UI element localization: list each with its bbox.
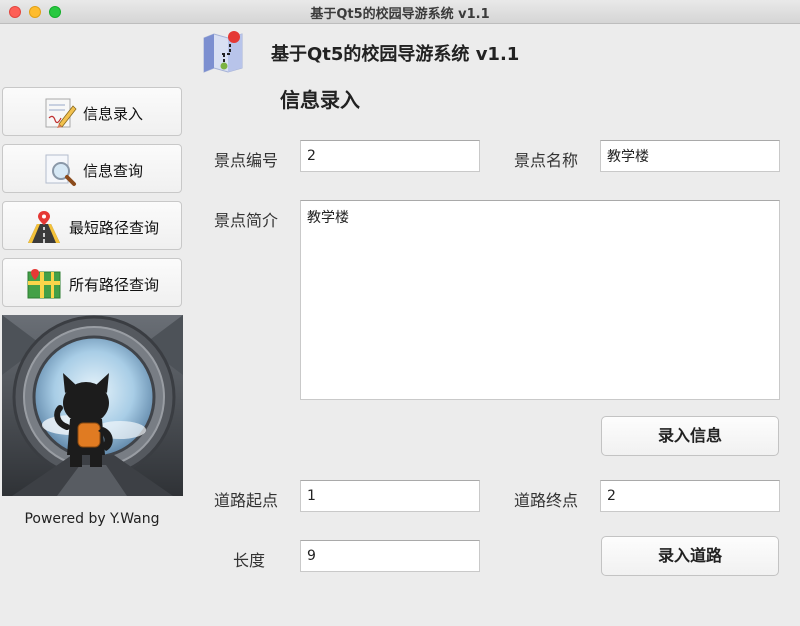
spot-name-input[interactable] <box>600 140 780 172</box>
author-illustration <box>2 315 183 496</box>
sidebar-item-label: 信息录入 <box>83 105 144 123</box>
road-end-input[interactable] <box>600 480 780 512</box>
length-input[interactable] <box>300 540 480 572</box>
length-label: 长度 <box>233 551 266 570</box>
road-start-input[interactable] <box>300 480 480 512</box>
pencil-paper-icon <box>45 98 77 128</box>
road-pin-icon <box>28 211 60 243</box>
spot-description-label: 景点简介 <box>214 211 279 230</box>
spot-id-label: 景点编号 <box>214 151 279 170</box>
magnifier-icon <box>45 154 76 186</box>
sidebar-item-label: 所有路径查询 <box>69 276 160 294</box>
window-title: 基于Qt5的校园导游系统 v1.1 <box>310 7 490 22</box>
spot-id-input[interactable] <box>300 140 480 172</box>
sidebar-item-label: 信息查询 <box>83 162 144 180</box>
submit-road-button[interactable]: 录入道路 <box>601 536 779 576</box>
sidebar-item-shortest-path[interactable]: 最短路径查询 <box>2 201 182 250</box>
road-start-label: 道路起点 <box>214 491 279 510</box>
map-pin-logo-icon <box>203 31 243 73</box>
sidebar-item-info-entry[interactable]: 信息录入 <box>2 87 182 136</box>
spot-name-label: 景点名称 <box>514 151 579 170</box>
sidebar-item-label: 最短路径查询 <box>69 219 160 237</box>
powered-by-text: Powered by Y.Wang <box>24 511 160 527</box>
window-titlebar[interactable]: 基于Qt5的校园导游系统 v1.1 <box>0 0 800 24</box>
sidebar-item-info-query[interactable]: 信息查询 <box>2 144 182 193</box>
map-icon <box>27 269 61 299</box>
submit-info-button[interactable]: 录入信息 <box>601 416 779 456</box>
spot-description-textarea[interactable]: 教学楼 <box>300 200 780 400</box>
road-end-label: 道路终点 <box>514 491 579 510</box>
app-title: 基于Qt5的校园导游系统 v1.1 <box>271 44 520 65</box>
sidebar-item-all-paths[interactable]: 所有路径查询 <box>2 258 182 307</box>
section-title: 信息录入 <box>280 88 360 112</box>
